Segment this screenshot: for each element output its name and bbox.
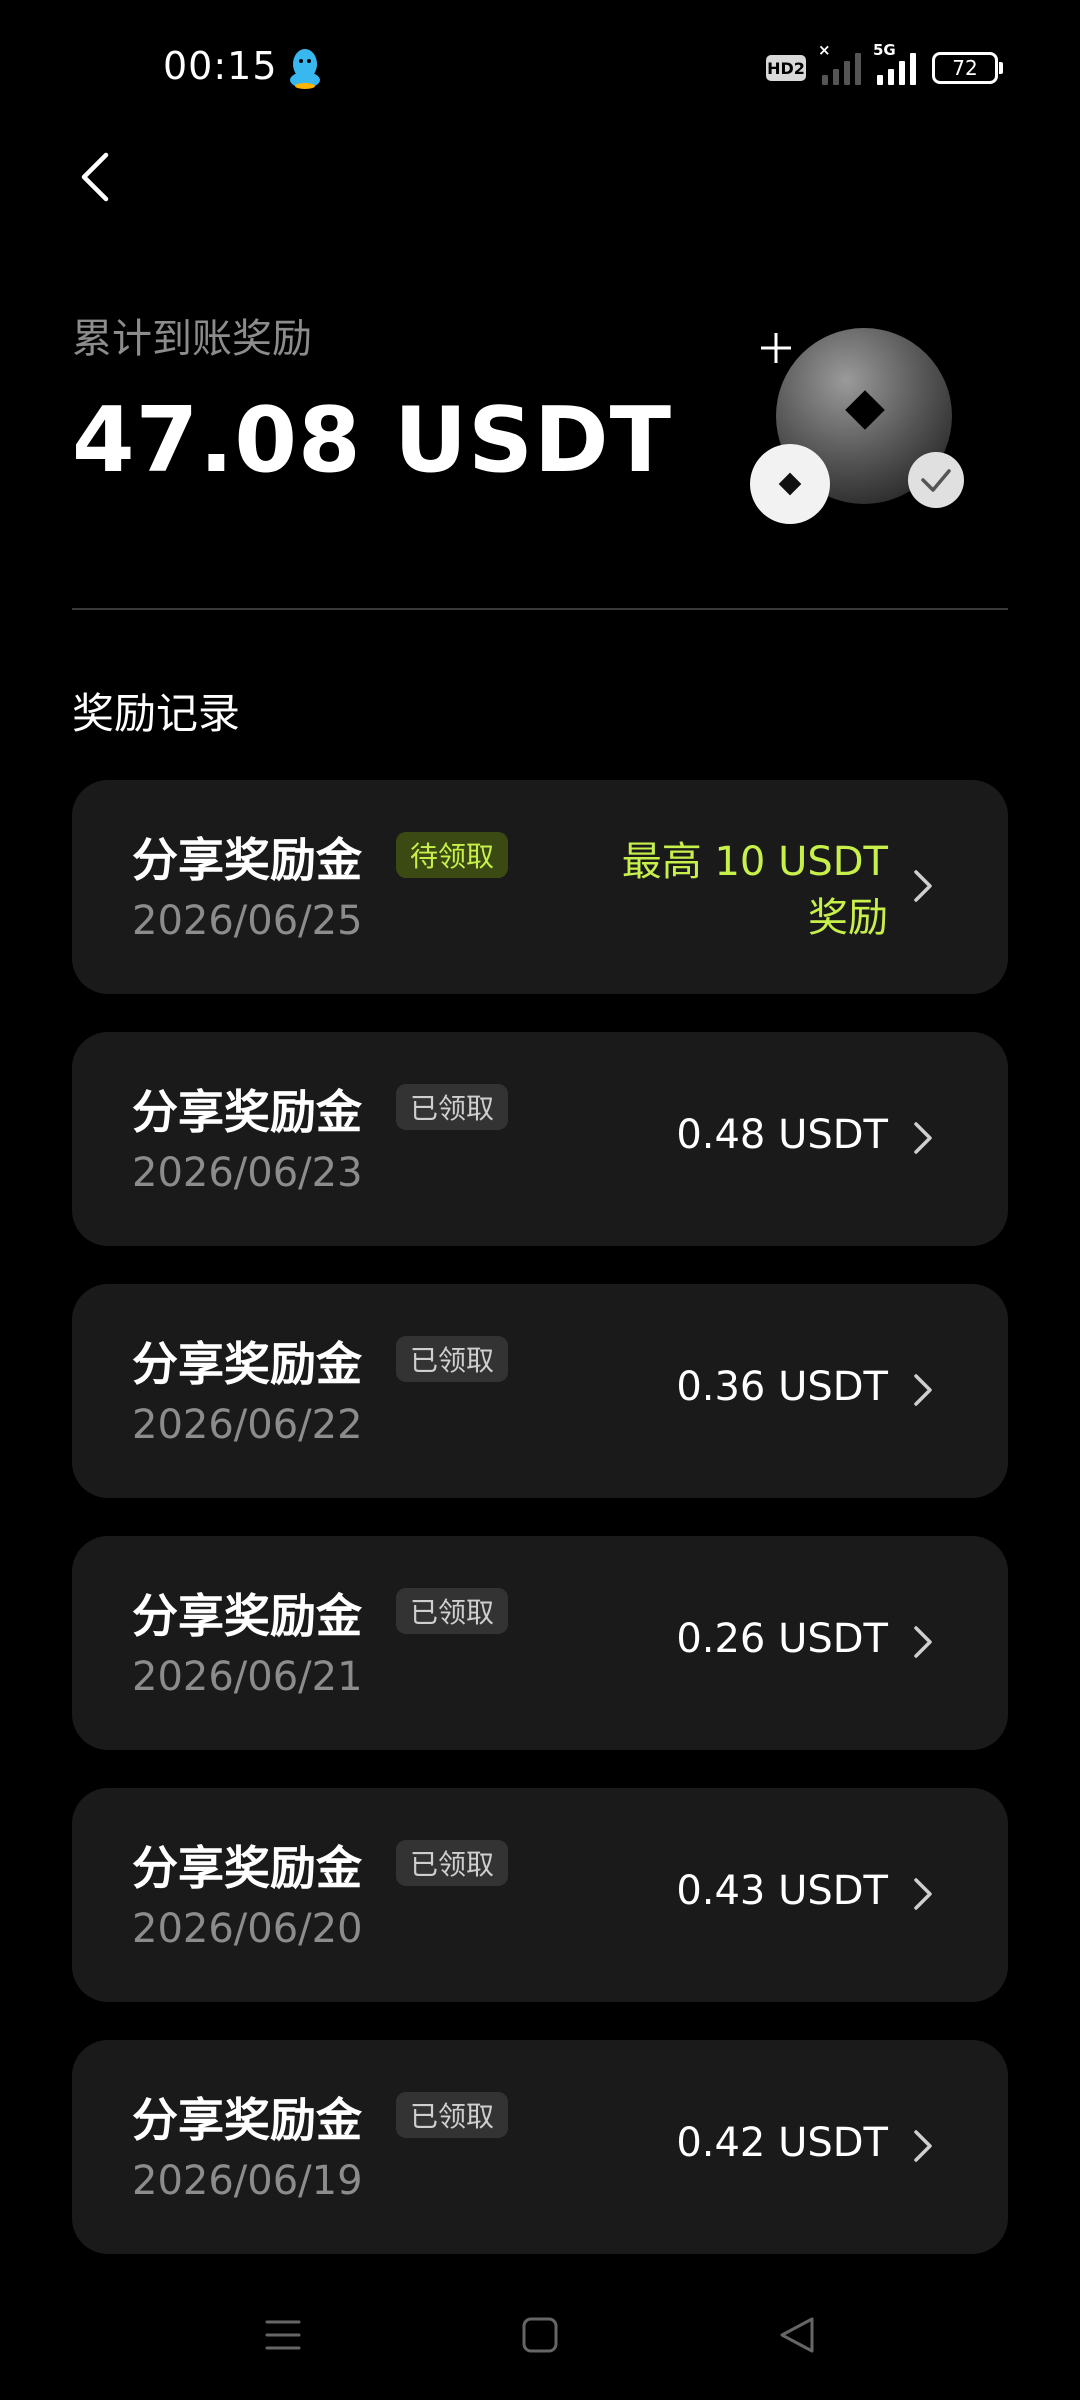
- header-divider: [72, 608, 1008, 610]
- back-button[interactable]: [70, 142, 120, 212]
- record-row[interactable]: 分享奖励金 已领取 2026/06/21 0.26 USDT: [72, 1536, 1008, 1750]
- chevron-right-icon: [914, 2130, 932, 2162]
- triangle-back-icon: [780, 2317, 814, 2353]
- status-time: 00:15: [163, 44, 278, 88]
- home-square-icon: [522, 2317, 558, 2353]
- record-date: 2026/06/19: [132, 2158, 363, 2204]
- record-date: 2026/06/23: [132, 1150, 363, 1196]
- record-amount: 0.26 USDT: [676, 1616, 888, 1662]
- record-title: 分享奖励金: [132, 2093, 362, 2147]
- recent-apps-button[interactable]: [258, 2310, 308, 2360]
- status-indicators: HD2 × 5G 72: [766, 41, 1003, 88]
- record-row[interactable]: 分享奖励金 已领取 2026/06/23 0.48 USDT: [72, 1032, 1008, 1246]
- network-type-label: 5G: [873, 41, 896, 59]
- status-bar: 00:15 HD2 × 5G 72: [0, 0, 1080, 140]
- signal-sim1-icon: ×: [818, 41, 861, 85]
- chevron-right-icon: [914, 1626, 932, 1658]
- hd-voice-icon: HD2: [766, 55, 806, 81]
- record-row[interactable]: 分享奖励金 已领取 2026/06/22 0.36 USDT: [72, 1284, 1008, 1498]
- status-badge: 已领取: [396, 1336, 509, 1382]
- total-reward-value: 47.08 USDT: [72, 388, 673, 493]
- status-badge: 已领取: [396, 1840, 509, 1886]
- record-amount: 最高 10 USDT 奖励: [588, 834, 888, 946]
- battery-icon: 72: [932, 52, 1003, 84]
- menu-icon: [265, 2320, 301, 2350]
- record-amount: 0.36 USDT: [676, 1364, 888, 1410]
- status-badge: 已领取: [396, 1084, 509, 1130]
- record-title: 分享奖励金: [132, 1085, 362, 1139]
- chevron-right-icon: [914, 1374, 932, 1406]
- record-amount-line1: 最高 10 USDT: [621, 839, 888, 885]
- record-title: 分享奖励金: [132, 1589, 362, 1643]
- chevron-left-icon: [81, 152, 109, 202]
- section-title: 奖励记录: [72, 689, 241, 738]
- record-date: 2026/06/22: [132, 1402, 363, 1448]
- total-reward-label: 累计到账奖励: [72, 316, 312, 362]
- back-nav-button[interactable]: [772, 2310, 822, 2360]
- record-amount-line2: 奖励: [808, 895, 888, 941]
- status-badge: 已领取: [396, 2092, 509, 2138]
- record-title: 分享奖励金: [132, 1841, 362, 1895]
- record-date: 2026/06/21: [132, 1654, 363, 1700]
- signal-sim2-icon: 5G: [873, 41, 916, 85]
- record-title: 分享奖励金: [132, 1337, 362, 1391]
- coin-illustration: [750, 328, 964, 524]
- chevron-right-icon: [914, 870, 932, 902]
- record-amount: 0.42 USDT: [676, 2120, 888, 2166]
- record-row[interactable]: 分享奖励金 已领取 2026/06/19 0.42 USDT: [72, 2040, 1008, 2254]
- home-button[interactable]: [515, 2310, 565, 2360]
- chevron-right-icon: [914, 1122, 932, 1154]
- qq-penguin-icon: [290, 49, 320, 89]
- record-amount: 0.43 USDT: [676, 1868, 888, 1914]
- record-row[interactable]: 分享奖励金 已领取 2026/06/20 0.43 USDT: [72, 1788, 1008, 2002]
- record-date: 2026/06/20: [132, 1906, 363, 1952]
- reward-record-list: 分享奖励金 待领取 2026/06/25 最高 10 USDT 奖励 分享奖励金…: [72, 780, 1008, 2292]
- chevron-right-icon: [914, 1878, 932, 1910]
- record-amount: 0.48 USDT: [676, 1112, 888, 1158]
- reward-records-page: 00:15 HD2 × 5G 72 累计到账奖励 47.08 USDT 奖励记录…: [0, 0, 1080, 2400]
- record-title: 分享奖励金: [132, 833, 362, 887]
- system-nav-bar: [0, 2290, 1080, 2380]
- record-date: 2026/06/25: [132, 898, 363, 944]
- record-row[interactable]: 分享奖励金 待领取 2026/06/25 最高 10 USDT 奖励: [72, 780, 1008, 994]
- status-badge: 待领取: [396, 832, 509, 878]
- status-badge: 已领取: [396, 1588, 509, 1634]
